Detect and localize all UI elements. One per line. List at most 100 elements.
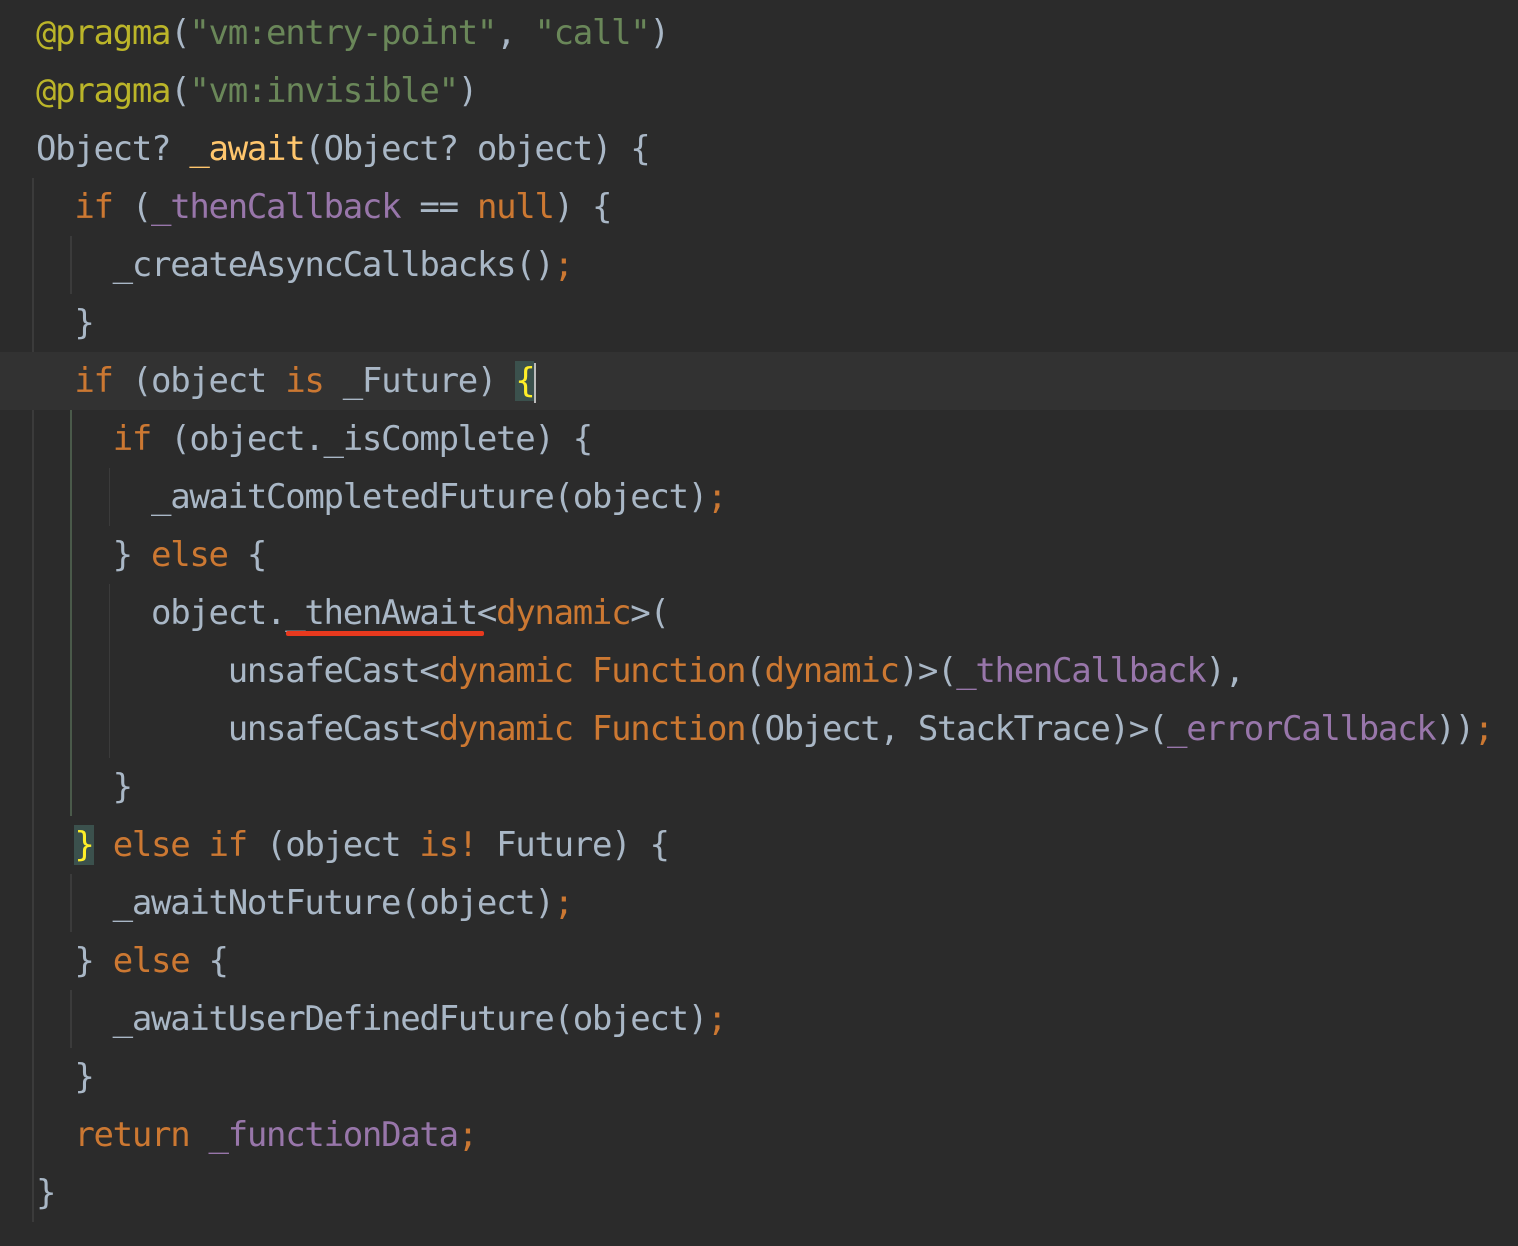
code-token: else if xyxy=(112,825,249,865)
code-token: ( xyxy=(745,651,765,691)
code-token: } xyxy=(36,1173,56,1213)
code-line-text: if (object is _Future) { xyxy=(36,352,537,410)
code-line[interactable]: } else { xyxy=(0,526,1518,584)
code-token: ; xyxy=(706,477,727,517)
code-line-text: } else if (object is! Future) { xyxy=(36,816,670,874)
code-line-text: _awaitNotFuture(object); xyxy=(36,874,574,932)
code-token: _Future) xyxy=(323,361,516,401)
code-line-text: @pragma("vm:entry-point", "call") xyxy=(36,4,670,62)
code-token: } xyxy=(36,941,113,981)
code-token: _errorCallback xyxy=(1167,709,1437,749)
code-line[interactable]: unsafeCast<dynamic Function(Object, Stac… xyxy=(0,700,1518,758)
code-line[interactable]: } xyxy=(0,758,1518,816)
code-line[interactable]: @pragma("vm:entry-point", "call") xyxy=(0,4,1518,62)
code-token: @pragma xyxy=(36,71,172,111)
code-line-text: } xyxy=(36,294,94,352)
code-token: _thenCallback xyxy=(956,651,1207,691)
code-token: "vm:invisible" xyxy=(189,71,459,111)
code-token: unsafeCast< xyxy=(36,651,440,691)
code-token: (Object, StackTrace)>( xyxy=(745,709,1168,749)
code-token: { xyxy=(515,361,536,401)
code-token: if xyxy=(74,187,114,227)
code-token: if xyxy=(112,419,153,459)
text-caret xyxy=(534,362,537,403)
code-line-text: _awaitUserDefinedFuture(object); xyxy=(36,990,728,1048)
code-line-text: if (object._isComplete) { xyxy=(36,410,594,468)
code-token: _createAsyncCallbacks() xyxy=(36,245,555,285)
code-editor[interactable]: @pragma("vm:entry-point", "call") @pragma… xyxy=(0,0,1518,1246)
code-line[interactable]: } xyxy=(0,294,1518,352)
code-token: is xyxy=(285,361,325,401)
code-line-text: @pragma("vm:invisible") xyxy=(36,62,478,120)
code-line-text: } else { xyxy=(36,932,229,990)
code-token: @pragma xyxy=(36,13,172,53)
code-token: } xyxy=(36,303,94,343)
code-token: ; xyxy=(1473,709,1494,749)
code-token: == xyxy=(400,187,477,227)
code-line-text: if (_thenCallback == null) { xyxy=(36,178,613,236)
code-token: , xyxy=(496,13,535,53)
code-line[interactable]: if (object is _Future) { xyxy=(0,352,1518,410)
code-token: unsafeCast< xyxy=(36,709,440,749)
code-line-text: Object? _await(Object? object) { xyxy=(36,120,651,178)
code-token: dynamic xyxy=(764,651,900,691)
code-line[interactable]: return _functionData; xyxy=(0,1106,1518,1164)
code-token: _await xyxy=(189,129,305,169)
code-line[interactable]: @pragma("vm:invisible") xyxy=(0,62,1518,120)
code-token: (object._isComplete) { xyxy=(151,419,593,459)
code-token: else xyxy=(112,941,191,981)
code-line[interactable]: _awaitNotFuture(object); xyxy=(0,874,1518,932)
code-line[interactable]: _awaitUserDefinedFuture(object); xyxy=(0,990,1518,1048)
code-line-text: _awaitCompletedFuture(object); xyxy=(36,468,727,526)
code-token: ( xyxy=(170,13,190,53)
code-line[interactable]: } else { xyxy=(0,932,1518,990)
code-line-text: unsafeCast<dynamic Function(dynamic)>(_t… xyxy=(36,642,1245,700)
code-line[interactable]: } xyxy=(0,1164,1518,1222)
code-line[interactable]: } xyxy=(0,1048,1518,1106)
code-line-text: unsafeCast<dynamic Function(Object, Stac… xyxy=(36,700,1495,758)
code-line-text: } else { xyxy=(36,526,268,584)
code-token: return xyxy=(74,1115,190,1155)
code-token: _awaitNotFuture(object) xyxy=(36,883,555,923)
code-line[interactable]: Object? _await(Object? object) { xyxy=(0,120,1518,178)
code-token: dynamic Function xyxy=(438,651,747,691)
code-token: dynamic Function xyxy=(438,709,747,749)
code-line[interactable]: if (_thenCallback == null) { xyxy=(0,178,1518,236)
code-token: Object? xyxy=(36,129,190,169)
code-token: ( xyxy=(112,187,152,227)
code-token: ) { xyxy=(553,187,613,227)
code-token: (Object? object) { xyxy=(304,129,650,169)
code-token: "call" xyxy=(534,13,650,53)
code-token: ; xyxy=(457,1115,478,1155)
code-line[interactable]: if (object._isComplete) { xyxy=(0,410,1518,468)
code-token: >( xyxy=(630,593,670,633)
code-token: ( xyxy=(170,71,190,111)
code-token: )) xyxy=(1435,709,1475,749)
code-token: "vm:entry-point" xyxy=(189,13,497,53)
code-line[interactable]: _awaitCompletedFuture(object); xyxy=(0,468,1518,526)
code-line-text: } xyxy=(36,1164,56,1222)
code-token: ) xyxy=(649,13,669,53)
code-token: ) xyxy=(457,71,478,111)
code-token: ; xyxy=(553,245,574,285)
code-token: ; xyxy=(553,883,574,923)
code-token: is! xyxy=(419,825,478,865)
code-token: if xyxy=(74,361,114,401)
code-line[interactable]: unsafeCast<dynamic Function(dynamic)>(_t… xyxy=(0,642,1518,700)
red-underline-annotation xyxy=(286,631,484,636)
code-line[interactable]: object._thenAwait<dynamic>( xyxy=(0,584,1518,642)
code-token: ; xyxy=(706,999,727,1039)
code-token: { xyxy=(189,941,229,981)
code-line[interactable]: } else if (object is! Future) { xyxy=(0,816,1518,874)
code-line[interactable]: _createAsyncCallbacks(); xyxy=(0,236,1518,294)
code-token: object._thenAwait< xyxy=(36,593,497,633)
code-token: } xyxy=(36,1057,94,1097)
code-token: (object xyxy=(246,825,420,865)
